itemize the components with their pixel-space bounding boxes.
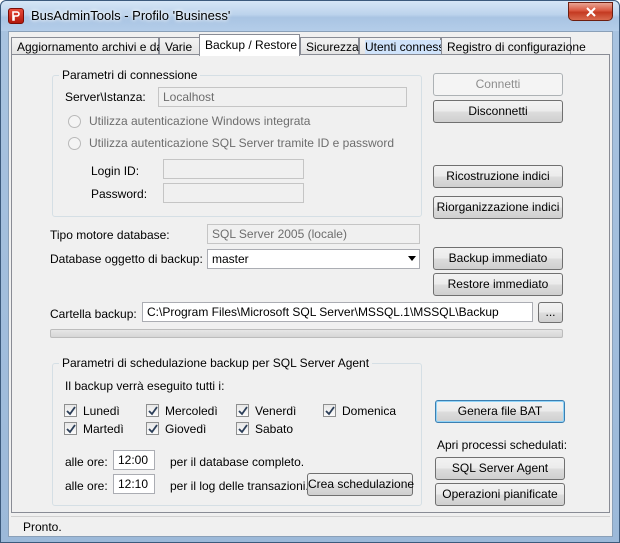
chevron-down-icon <box>408 256 416 261</box>
close-icon <box>586 7 596 17</box>
progress-bar <box>50 329 563 338</box>
tab-varie[interactable]: Varie <box>159 37 201 55</box>
database-select-value: master <box>212 252 249 266</box>
tuesday-checkbox[interactable] <box>64 422 77 435</box>
password-field[interactable] <box>163 183 304 203</box>
thursday-checkbox[interactable] <box>146 422 159 435</box>
status-bar: Pronto. <box>11 516 610 535</box>
monday-label: Lunedì <box>83 404 120 418</box>
auth-windows-label: Utilizza autenticazione Windows integrat… <box>89 114 311 128</box>
password-label: Password: <box>91 187 148 201</box>
tab-strip: Aggiornamento archivi e dati Varie Backu… <box>11 34 611 56</box>
tab-backup-restore[interactable]: Backup / Restore <box>199 34 300 56</box>
wednesday-label: Mercoledì <box>165 404 218 418</box>
full-time-label: alle ore: <box>65 455 108 469</box>
generate-bat-button[interactable]: Genera file BAT <box>435 400 565 423</box>
login-field[interactable] <box>163 159 304 179</box>
title-bar[interactable]: BusAdminTools - Profilo 'Business' <box>1 1 619 31</box>
checkmark-icon <box>238 424 248 434</box>
engine-label: Tipo motore database: <box>50 228 170 242</box>
disconnect-button[interactable]: Disconnetti <box>433 100 563 123</box>
tab-registro[interactable]: Registro di configurazione <box>441 37 586 55</box>
log-time-label: alle ore: <box>65 479 108 493</box>
client-area: Aggiornamento archivi e dati Varie Backu… <box>8 31 613 537</box>
tab-utenti-connessi[interactable]: Utenti connessi <box>359 37 448 55</box>
connection-group: Parametri di connessione Server\Istanza:… <box>52 68 422 217</box>
full-time-desc: per il database completo. <box>170 455 305 469</box>
tuesday-label: Martedì <box>83 422 124 436</box>
open-processes-label: Apri processi schedulati: <box>437 438 568 452</box>
schedule-group-title: Parametri di schedulazione backup per SQ… <box>59 356 373 370</box>
checkmark-icon <box>238 406 248 416</box>
checkmark-icon <box>66 424 76 434</box>
backup-now-button[interactable]: Backup immediato <box>433 247 563 270</box>
main-window: BusAdminTools - Profilo 'Business' Aggio… <box>0 0 620 543</box>
log-time-desc: per il log delle transazioni. <box>170 479 309 493</box>
browse-button[interactable]: ... <box>538 302 563 323</box>
database-label: Database oggetto di backup: <box>50 252 203 266</box>
monday-checkbox[interactable] <box>64 404 77 417</box>
checkmark-icon <box>325 406 335 416</box>
sunday-checkbox[interactable] <box>323 404 336 417</box>
auth-sql-radio[interactable] <box>68 137 81 150</box>
reorganize-indexes-button[interactable]: Riorganizzazione indici <box>433 196 563 219</box>
tab-aggiornamento[interactable]: Aggiornamento archivi e dati <box>11 37 169 55</box>
status-text: Pronto. <box>23 520 62 534</box>
create-schedule-button[interactable]: Crea schedulazione <box>307 473 414 496</box>
wednesday-checkbox[interactable] <box>146 404 159 417</box>
close-button[interactable] <box>568 2 613 21</box>
thursday-label: Giovedì <box>165 422 207 436</box>
scheduled-operations-button[interactable]: Operazioni pianificate <box>435 483 565 506</box>
backup-folder-label: Cartella backup: <box>50 307 137 321</box>
checkmark-icon <box>148 406 158 416</box>
friday-label: Venerdì <box>255 404 297 418</box>
login-label: Login ID: <box>91 164 140 178</box>
auth-sql-label: Utilizza autenticazione SQL Server trami… <box>89 136 395 150</box>
schedule-intro: Il backup verrà eseguito tutti i: <box>65 379 225 393</box>
saturday-checkbox[interactable] <box>236 422 249 435</box>
friday-checkbox[interactable] <box>236 404 249 417</box>
connection-group-title: Parametri di connessione <box>59 68 201 82</box>
backup-folder-field[interactable]: C:\Program Files\Microsoft SQL Server\MS… <box>142 302 533 322</box>
engine-field[interactable]: SQL Server 2005 (locale) <box>207 224 420 244</box>
server-field[interactable]: Localhost <box>158 87 407 107</box>
auth-windows-radio[interactable] <box>68 115 81 128</box>
schedule-group: Parametri di schedulazione backup per SQ… <box>52 356 422 506</box>
full-time-field[interactable]: 12:00 <box>113 450 155 470</box>
checkmark-icon <box>66 406 76 416</box>
restore-now-button[interactable]: Restore immediato <box>433 273 563 296</box>
window-title: BusAdminTools - Profilo 'Business' <box>31 8 231 23</box>
server-label: Server\Istanza: <box>65 90 146 104</box>
tab-sicurezza[interactable]: Sicurezza <box>300 37 359 55</box>
sql-agent-button[interactable]: SQL Server Agent <box>435 457 565 480</box>
database-select[interactable]: master <box>207 249 420 269</box>
sunday-label: Domenica <box>342 404 397 418</box>
backup-restore-page: Parametri di connessione Server\Istanza:… <box>11 54 610 513</box>
checkmark-icon <box>148 424 158 434</box>
rebuild-indexes-button[interactable]: Ricostruzione indici <box>433 165 563 188</box>
connect-button[interactable]: Connetti <box>433 73 563 96</box>
log-time-field[interactable]: 12:10 <box>113 474 155 494</box>
saturday-label: Sabato <box>255 422 294 436</box>
app-icon <box>8 8 24 24</box>
